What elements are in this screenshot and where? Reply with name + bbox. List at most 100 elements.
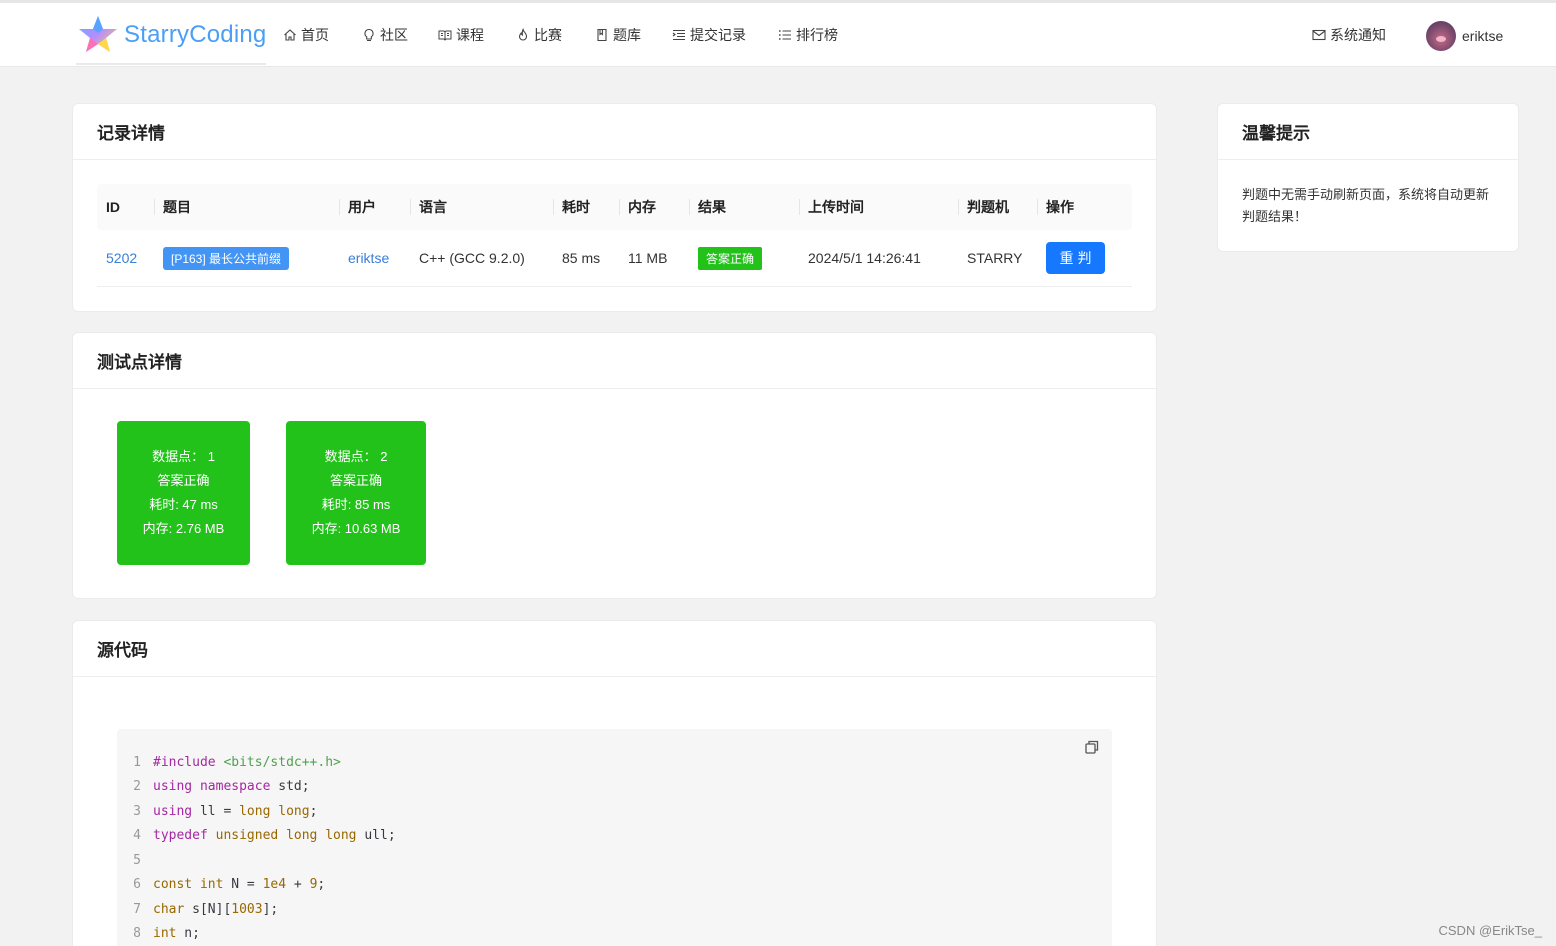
line-number: 4 <box>133 828 141 843</box>
record-card: 记录详情 ID 题目 用户 语言 耗时 内存 结果 上传时间 判题机 操作 52… <box>72 103 1157 312</box>
testpoint-memory: 内存: 2.76 MB <box>142 521 225 536</box>
code-token: std; <box>270 779 310 794</box>
code-token: ull; <box>356 828 396 843</box>
system-notification-link[interactable]: 系统通知 <box>1312 23 1386 47</box>
code-token: ; <box>309 803 318 819</box>
code-token: 1e4 <box>262 877 287 892</box>
username: eriktse <box>1462 28 1504 44</box>
code-line: 1 #include <bits/stdc++.h> <box>117 750 341 774</box>
nav-item-label: 提交记录 <box>690 27 746 43</box>
user-menu[interactable]: eriktse <box>1426 21 1503 51</box>
code-token: namespace <box>199 779 271 794</box>
record-table: ID 题目 用户 语言 耗时 内存 结果 上传时间 判题机 操作 5202 [P… <box>97 184 1132 287</box>
upload-time-cell: 2024/5/1 14:26:41 <box>808 250 921 266</box>
code-token: 1003 <box>231 901 263 917</box>
table-row: 5202 [P163] 最长公共前缀 eriktse C++ (GCC 9.2.… <box>97 230 1132 287</box>
nav-item-submissions[interactable]: 提交记录 <box>672 23 746 47</box>
code-token: char <box>153 901 185 917</box>
nav-item-community[interactable]: 社区 <box>362 23 408 47</box>
code-token: using <box>153 779 193 794</box>
line-number: 3 <box>133 803 141 819</box>
language-cell: C++ (GCC 9.2.0) <box>419 250 525 266</box>
fire-icon <box>516 28 530 42</box>
brand-logo[interactable]: StarryCoding <box>76 13 266 57</box>
code-line: 6 const int N = 1e4 + 9; <box>117 873 325 897</box>
testpoint-time: 耗时: 47 ms <box>149 497 218 512</box>
line-number: 5 <box>133 852 141 868</box>
nav-item-contests[interactable]: 比赛 <box>516 23 562 47</box>
brand-name: StarryCoding <box>124 21 267 48</box>
result-badge: 答案正确 <box>698 246 763 270</box>
problem-tag[interactable]: [P163] 最长公共前缀 <box>163 246 290 270</box>
header-result: 结果 <box>689 184 799 230</box>
header-judger: 判题机 <box>958 184 1037 230</box>
time-cell: 85 ms <box>562 250 601 266</box>
mail-icon <box>1312 28 1326 42</box>
bookmark-icon <box>595 28 609 42</box>
code-token: long long <box>239 803 310 819</box>
nav-item-courses[interactable]: 课程 <box>438 23 484 47</box>
header-memory: 内存 <box>619 184 689 230</box>
line-number: 6 <box>133 877 141 892</box>
code-token: ll = <box>192 803 240 819</box>
header-upload-time: 上传时间 <box>799 184 958 230</box>
testpoint-card[interactable]: 数据点： 1 答案正确 耗时: 47 ms 内存: 2.76 MB <box>117 421 250 565</box>
testpoint-memory: 内存: 10.63 MB <box>311 521 401 536</box>
nav-item-home[interactable]: 首页 <box>283 23 329 47</box>
code-token: const int <box>153 877 224 892</box>
code-token: using <box>153 803 193 819</box>
header-user: 用户 <box>339 184 410 230</box>
testpoint-number: 数据点： 2 <box>324 449 388 464</box>
testpoint-card[interactable]: 数据点： 2 答案正确 耗时: 85 ms 内存: 10.63 MB <box>286 421 426 565</box>
bulb-icon <box>362 28 376 42</box>
record-title: 记录详情 <box>73 104 1156 160</box>
code-token: n; <box>176 926 200 941</box>
nav-item-label: 题库 <box>613 27 641 43</box>
code-line: 3 using ll = long long; <box>117 799 317 823</box>
copy-icon[interactable] <box>1084 739 1100 755</box>
avatar <box>1426 21 1456 51</box>
memory-cell: 11 MB <box>628 250 668 266</box>
nav-item-leaderboard[interactable]: 排行榜 <box>778 23 838 47</box>
star-logo-icon <box>79 16 117 52</box>
code-token: ]; <box>262 901 279 917</box>
rejudge-button[interactable]: 重判 <box>1046 242 1105 274</box>
header-problem: 题目 <box>154 184 339 230</box>
testpoint-number: 数据点： 1 <box>152 449 215 464</box>
code-line: 8 int n; <box>117 922 200 946</box>
header: StarryCoding 首页 社区 课程 比赛 题库 提交记录 排行榜 系统通… <box>0 3 1556 67</box>
code-token: 9 <box>309 877 318 892</box>
code-token: typedef <box>153 828 208 843</box>
testpoint-time: 耗时: 85 ms <box>321 497 391 512</box>
nav-item-label: 排行榜 <box>796 27 838 43</box>
code-line: 2 using namespace std; <box>117 775 310 799</box>
code-token: N = <box>223 877 263 892</box>
line-number: 1 <box>133 754 141 770</box>
tips-text: 判题中无需手动刷新页面，系统将自动更新判题结果！ <box>1242 187 1490 224</box>
nav-item-label: 课程 <box>456 27 484 43</box>
line-number: 8 <box>133 926 141 941</box>
book-icon <box>438 28 452 42</box>
nav-item-label: 首页 <box>301 27 329 43</box>
code-token: <bits/stdc++.h> <box>223 754 341 770</box>
record-id-link[interactable]: 5202 <box>106 250 137 266</box>
watermark: CSDN @ErikTse_ <box>1438 923 1543 938</box>
code-token: unsigned long long <box>215 828 357 843</box>
code-line: 5 <box>117 848 153 872</box>
header-language: 语言 <box>410 184 553 230</box>
tips-card: 温馨提示 判题中无需手动刷新页面，系统将自动更新判题结果！ <box>1217 103 1519 252</box>
nav-item-label: 社区 <box>380 27 408 43</box>
header-time: 耗时 <box>553 184 619 230</box>
code-token: ; <box>317 877 326 892</box>
user-link[interactable]: eriktse <box>348 250 389 266</box>
nav-item-problems[interactable]: 题库 <box>595 23 641 47</box>
code-token: + <box>286 877 310 892</box>
source-title: 源代码 <box>73 621 1156 677</box>
testpoint-status: 答案正确 <box>329 473 382 488</box>
line-number: 2 <box>133 779 141 794</box>
code-block[interactable]: 1 #include <bits/stdc++.h> 2 using namespac… <box>117 729 1112 946</box>
notification-label: 系统通知 <box>1330 27 1386 43</box>
code-token: #include <box>153 754 224 770</box>
